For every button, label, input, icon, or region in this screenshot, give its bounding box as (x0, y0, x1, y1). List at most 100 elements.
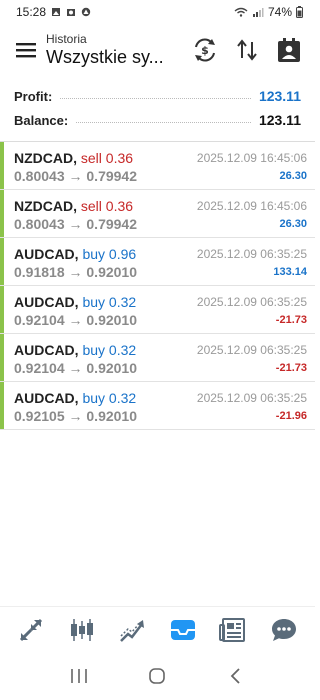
wifi-icon (234, 7, 248, 17)
open-price: 0.80043 (14, 216, 65, 232)
profit-value: 123.11 (258, 88, 301, 104)
trade-symbol-line: AUDCAD, buy 0.32 (14, 294, 136, 310)
trade-symbol-line: AUDCAD, buy 0.32 (14, 342, 136, 358)
trade-profit: 26.30 (279, 218, 307, 230)
trade-prices: 0.80043 → 0.79942 (14, 168, 137, 184)
trade-row[interactable]: NZDCAD, sell 0.36 0.80043 → 0.79942 2025… (0, 142, 315, 190)
home-button[interactable] (142, 661, 172, 691)
sort-icon (237, 39, 257, 61)
open-price: 0.92104 (14, 360, 65, 376)
close-price: 0.92010 (86, 312, 137, 328)
open-price: 0.92105 (14, 408, 65, 424)
sort-button[interactable] (233, 36, 261, 64)
home-icon (149, 668, 166, 684)
signal-icon (252, 8, 264, 17)
trade-time: 2025.12.09 06:35:25 (196, 247, 307, 261)
header-titles: Historia Wszystkie sy... (46, 32, 164, 68)
arrow-icon: → (68, 312, 83, 328)
menu-button[interactable] (6, 30, 46, 70)
currency-exchange-button[interactable]: $ (191, 36, 219, 64)
system-navigation (0, 652, 315, 700)
trade-row[interactable]: AUDCAD, buy 0.32 0.92105 → 0.92010 2025.… (0, 382, 315, 430)
bottom-navigation (0, 606, 315, 652)
trade-indicator-bar (0, 286, 4, 333)
nav-quotes[interactable] (13, 612, 49, 648)
arrow-icon: → (68, 216, 83, 232)
trade-indicator-bar (0, 382, 4, 429)
battery-level: 74% (267, 5, 292, 19)
chart-icon (70, 618, 93, 641)
trade-profit: -21.73 (275, 362, 307, 374)
hamburger-icon (16, 43, 36, 58)
nav-chart[interactable] (64, 612, 100, 648)
trade-row[interactable]: AUDCAD, buy 0.32 0.92104 → 0.92010 2025.… (0, 286, 315, 334)
trade-indicator-bar (0, 334, 4, 381)
trade-icon (120, 619, 145, 642)
trade-symbol: NZDCAD, (14, 198, 77, 214)
back-button[interactable] (221, 661, 251, 691)
nav-history[interactable] (165, 612, 201, 648)
trade-side: buy 0.32 (82, 294, 137, 310)
trade-time: 2025.12.09 16:45:06 (196, 199, 307, 213)
gallery-icon (52, 8, 61, 16)
arrow-icon: → (68, 360, 83, 376)
messages-icon (271, 618, 296, 641)
trade-time: 2025.12.09 06:35:25 (196, 295, 307, 309)
trade-side: sell 0.36 (80, 150, 134, 166)
close-price: 0.92010 (86, 408, 137, 424)
app-bar: Historia Wszystkie sy... $ (0, 24, 315, 76)
status-time: 15:28 (16, 5, 47, 19)
status-bar: 15:28 74% (0, 0, 315, 24)
trade-time: 2025.12.09 16:45:06 (196, 151, 307, 165)
nav-trade[interactable] (114, 612, 150, 648)
back-icon (230, 668, 240, 684)
header-subtitle: Historia (46, 32, 87, 46)
battery-icon (296, 6, 303, 18)
trade-row[interactable]: AUDCAD, buy 0.96 0.91818 → 0.92010 2025.… (0, 238, 315, 286)
trade-side: buy 0.96 (82, 246, 137, 262)
trade-row[interactable]: NZDCAD, sell 0.36 0.80043 → 0.79942 2025… (0, 190, 315, 238)
trade-symbol: AUDCAD, (14, 294, 79, 310)
trade-profit: 26.30 (279, 170, 307, 182)
currency-exchange-icon: $ (195, 38, 215, 62)
trade-symbol: AUDCAD, (14, 246, 79, 262)
close-price: 0.79942 (86, 168, 137, 184)
arrow-icon: → (68, 264, 83, 280)
trade-profit: -21.96 (275, 410, 307, 422)
trade-prices: 0.92104 → 0.92010 (14, 360, 137, 376)
recent-apps-icon (71, 669, 87, 683)
profit-row: Profit: 123.11 (0, 84, 315, 108)
account-summary: Profit: 123.11 Balance: 123.11 (0, 84, 315, 132)
svg-text:$: $ (201, 44, 209, 57)
close-price: 0.79942 (86, 216, 137, 232)
trade-symbol: AUDCAD, (14, 342, 79, 358)
trade-time: 2025.12.09 06:35:25 (196, 391, 307, 405)
arrow-icon: → (68, 168, 83, 184)
close-price: 0.92010 (86, 264, 137, 280)
photo-icon (67, 9, 76, 16)
trade-profit: 133.14 (273, 266, 307, 278)
trade-symbol: AUDCAD, (14, 390, 79, 406)
trade-symbol: NZDCAD, (14, 150, 77, 166)
nav-messages[interactable] (266, 612, 302, 648)
recent-apps-button[interactable] (64, 661, 94, 691)
trade-side: buy 0.32 (82, 390, 137, 406)
app-notification-icon (81, 7, 91, 17)
trade-time: 2025.12.09 06:35:25 (196, 343, 307, 357)
arrow-icon: → (68, 408, 83, 424)
nav-news[interactable] (215, 612, 251, 648)
trade-prices: 0.80043 → 0.79942 (14, 216, 137, 232)
balance-row: Balance: 123.11 (0, 108, 315, 132)
trade-symbol-line: NZDCAD, sell 0.36 (14, 150, 133, 166)
dotted-leader (60, 97, 251, 99)
trade-side: buy 0.32 (82, 342, 137, 358)
calendar-period-button[interactable] (275, 36, 303, 64)
trade-prices: 0.92105 → 0.92010 (14, 408, 137, 424)
dotted-leader (76, 121, 251, 123)
trade-prices: 0.92104 → 0.92010 (14, 312, 137, 328)
trade-row[interactable]: AUDCAD, buy 0.32 0.92104 → 0.92010 2025.… (0, 334, 315, 382)
page-title[interactable]: Wszystkie sy... (46, 46, 164, 68)
trade-profit: -21.73 (275, 314, 307, 326)
news-icon (219, 617, 246, 642)
trade-symbol-line: NZDCAD, sell 0.36 (14, 198, 133, 214)
